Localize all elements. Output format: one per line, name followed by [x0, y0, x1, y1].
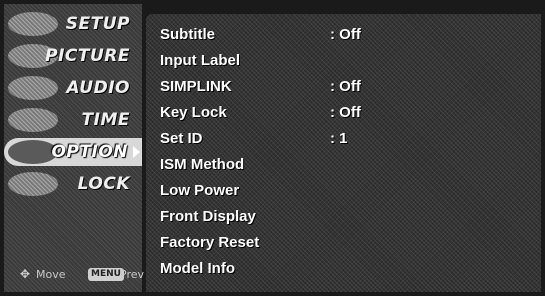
option-row-model-info[interactable]: Model Info	[160, 258, 530, 280]
menu-item-lock[interactable]: LOCK	[4, 170, 142, 198]
main-menu-sidebar: SETUP PICTURE AUDIO TIME OPTION LOCK ✥ M…	[4, 4, 144, 292]
menu-item-label: LOCK	[77, 174, 130, 194]
option-row-label: SIMPLINK	[160, 78, 232, 95]
option-submenu-panel: Subtitle : Off Input Label SIMPLINK : Of…	[146, 14, 541, 292]
option-row-label: Key Lock	[160, 104, 227, 121]
option-row-input-label[interactable]: Input Label	[160, 50, 530, 72]
option-row-simplink[interactable]: SIMPLINK : Off	[160, 76, 530, 98]
setup-thumb-icon	[8, 12, 58, 36]
option-row-label: Front Display	[160, 208, 256, 225]
audio-thumb-icon	[8, 76, 58, 100]
option-row-value: : Off	[330, 78, 361, 95]
tv-menu-screen: SETUP PICTURE AUDIO TIME OPTION LOCK ✥ M…	[0, 0, 545, 296]
option-row-key-lock[interactable]: Key Lock : Off	[160, 102, 530, 124]
option-row-value: : Off	[330, 104, 361, 121]
move-hint-label: Move	[36, 268, 66, 281]
lock-thumb-icon	[8, 172, 58, 196]
navigation-hint: ✥ Move MENU Prev	[12, 266, 144, 284]
menu-item-label: OPTION	[51, 142, 128, 162]
option-row-label: Set ID	[160, 130, 203, 147]
option-row-low-power[interactable]: Low Power	[160, 180, 530, 202]
menu-key-badge: MENU	[88, 268, 124, 281]
menu-item-label: PICTURE	[45, 46, 130, 66]
time-thumb-icon	[8, 108, 58, 132]
option-row-ism-method[interactable]: ISM Method	[160, 154, 530, 176]
menu-item-option[interactable]: OPTION	[4, 138, 142, 166]
option-row-subtitle[interactable]: Subtitle : Off	[160, 24, 530, 46]
option-row-label: Subtitle	[160, 26, 215, 43]
option-row-label: Input Label	[160, 52, 240, 69]
menu-item-audio[interactable]: AUDIO	[4, 74, 142, 102]
prev-hint-label: Prev	[120, 268, 144, 281]
option-row-value: : 1	[330, 130, 348, 147]
menu-item-label: SETUP	[65, 14, 130, 34]
menu-item-label: AUDIO	[66, 78, 130, 98]
option-row-label: Factory Reset	[160, 234, 260, 251]
menu-item-picture[interactable]: PICTURE	[4, 42, 142, 70]
option-row-factory-reset[interactable]: Factory Reset	[160, 232, 530, 254]
menu-item-setup[interactable]: SETUP	[4, 10, 142, 38]
option-row-value: : Off	[330, 26, 361, 43]
option-row-label: Low Power	[160, 182, 240, 199]
option-row-set-id[interactable]: Set ID : 1	[160, 128, 530, 150]
option-row-label: ISM Method	[160, 156, 245, 173]
option-row-label: Model Info	[160, 260, 235, 277]
option-row-front-display[interactable]: Front Display	[160, 206, 530, 228]
four-way-arrow-icon: ✥	[20, 267, 31, 281]
menu-item-label: TIME	[81, 110, 130, 130]
selected-arrow-icon	[133, 146, 140, 158]
menu-item-time[interactable]: TIME	[4, 106, 142, 134]
